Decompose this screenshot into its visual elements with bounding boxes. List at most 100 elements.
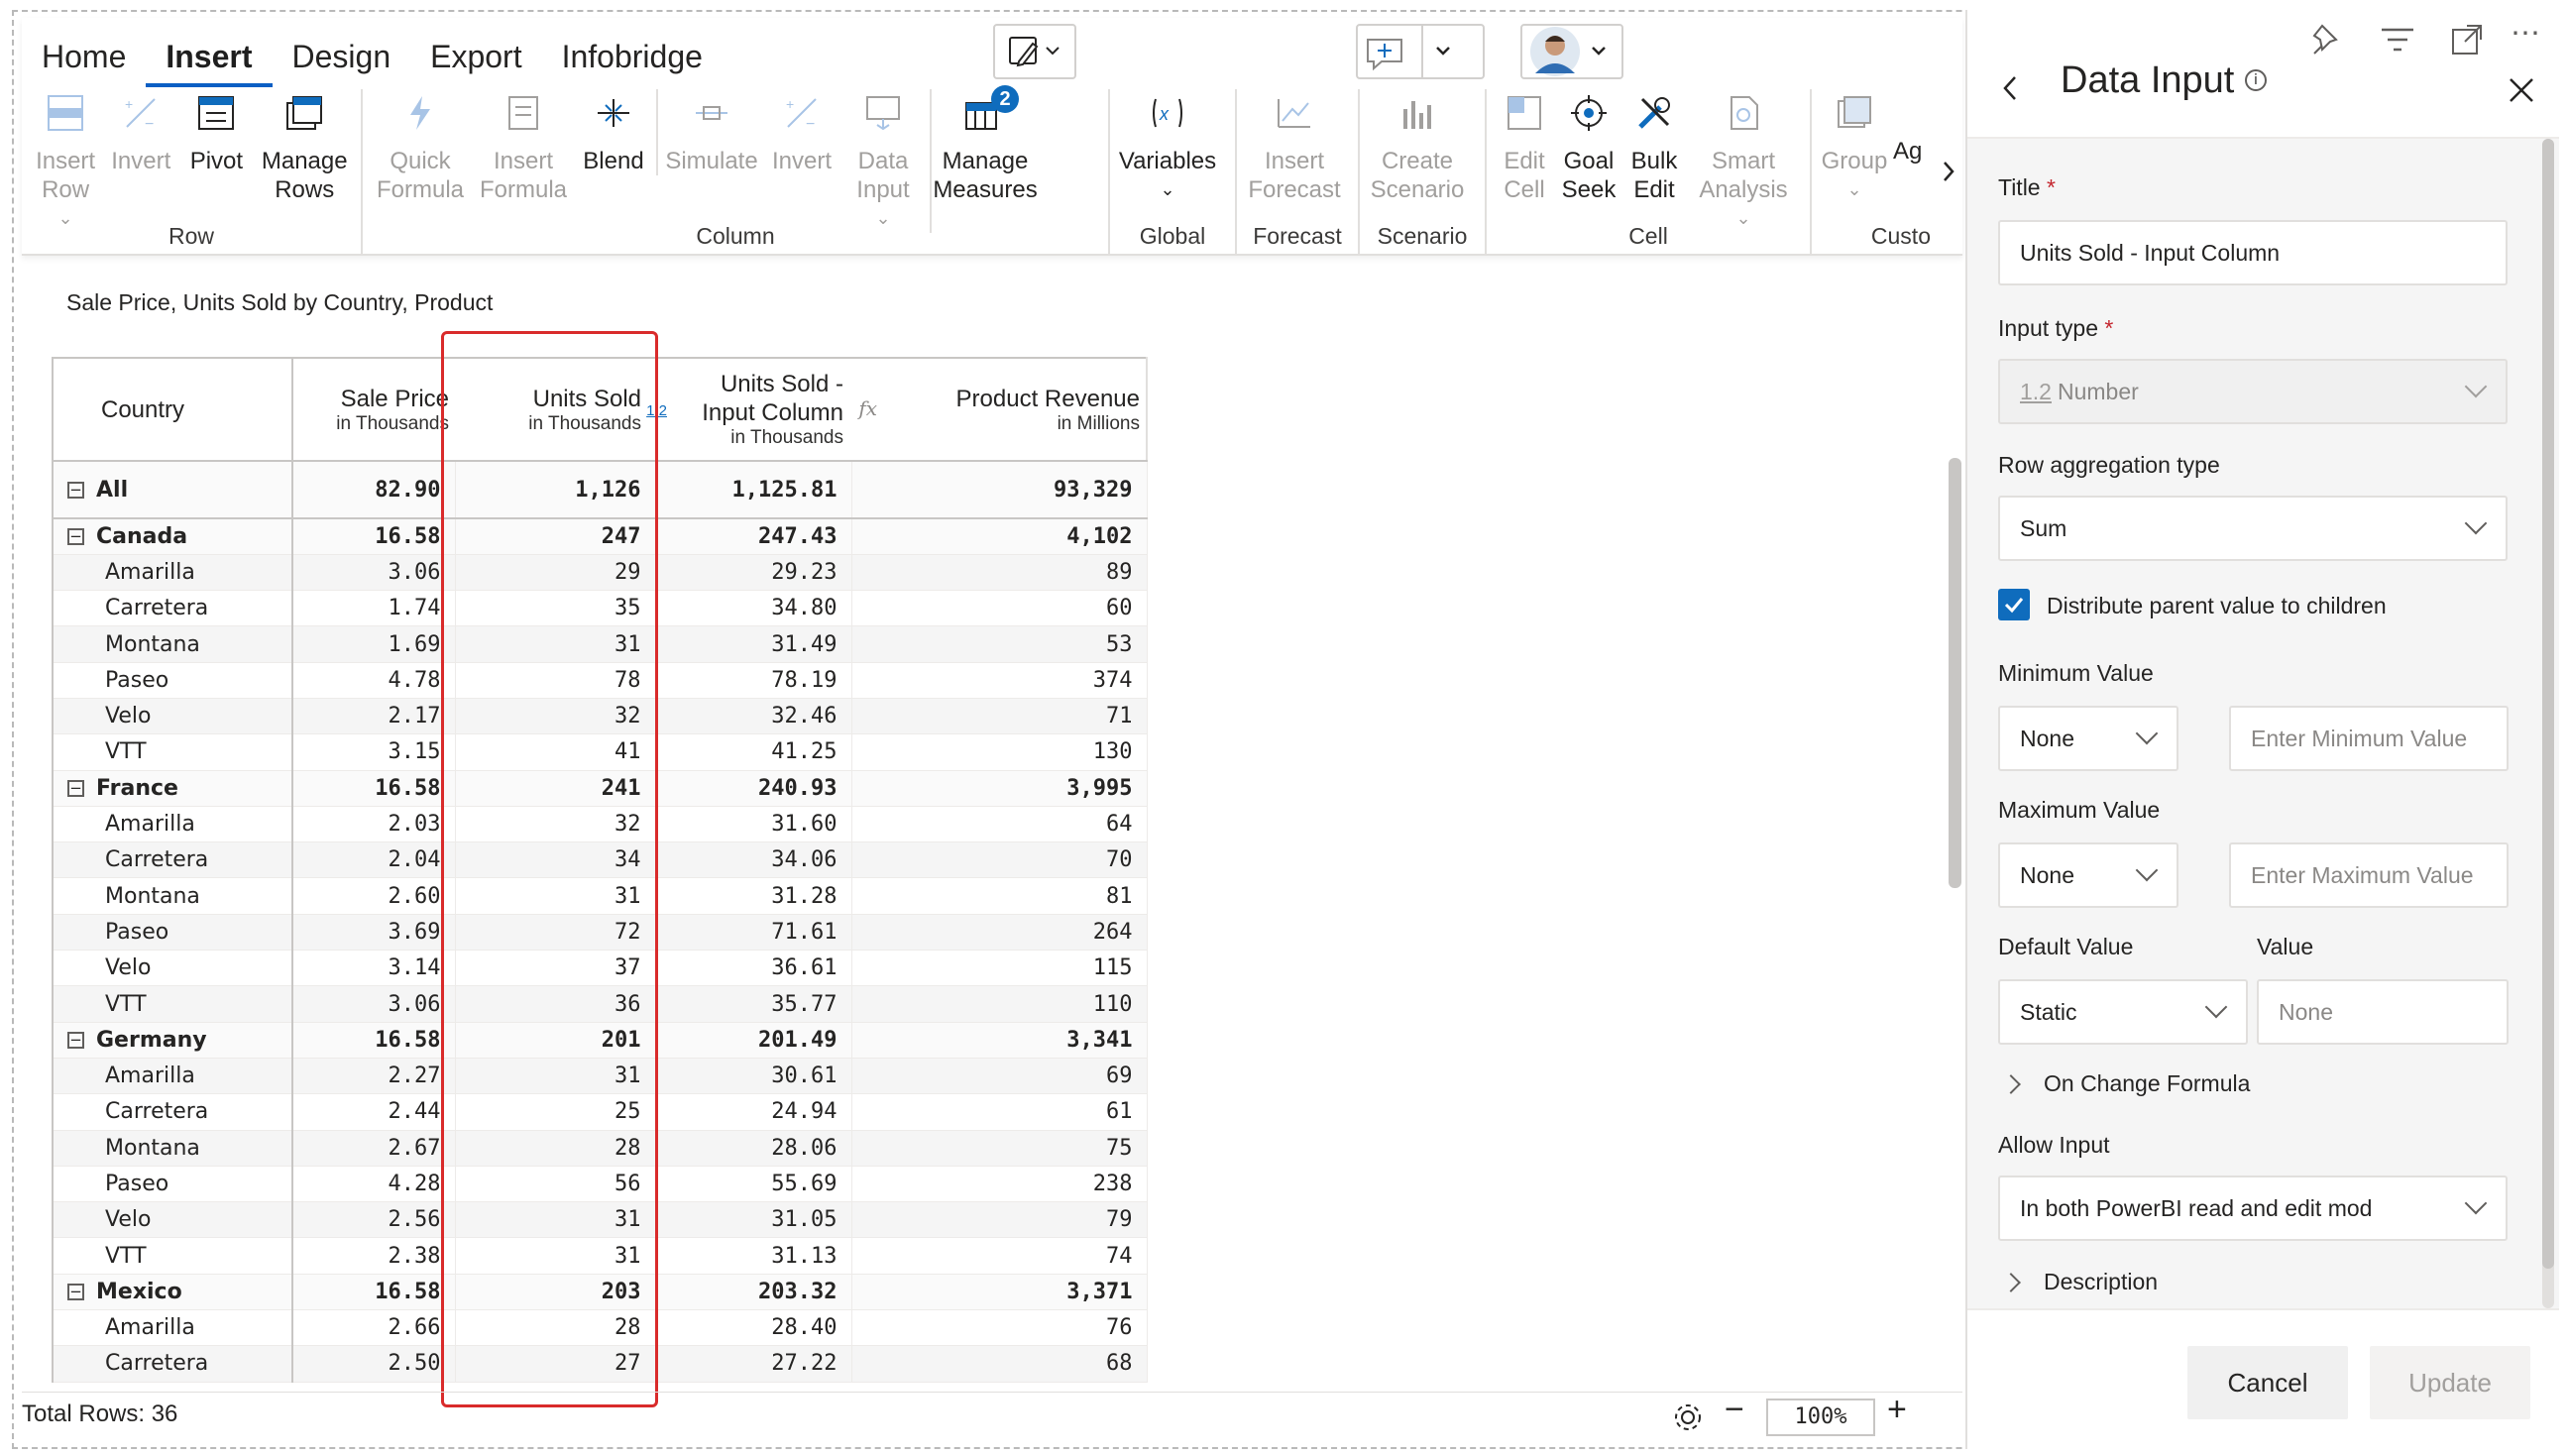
table-row[interactable]: − Germany 16.58 201 201.49 3,341 [52,1022,1148,1059]
tab-home[interactable]: Home [22,36,146,87]
back-arrow-icon[interactable] [1995,71,2025,105]
table-row[interactable]: − Mexico 16.58 203 203.32 3,371 [52,1274,1148,1311]
table-row[interactable]: Carretera 2.44 25 24.94 61 [52,1093,1148,1131]
insert-row-button[interactable]: Insert Row ⌄ [30,89,101,233]
smart-analysis-button[interactable]: Smart Analysis ⌄ [1689,89,1798,233]
table-row[interactable]: Montana 2.67 28 28.06 75 [52,1130,1148,1167]
table-row[interactable]: Paseo 4.78 78 78.19 374 [52,662,1148,699]
description-toggle[interactable]: Description [1998,1269,2158,1295]
table-row[interactable]: Montana 1.69 31 31.49 53 [52,625,1148,663]
invert-column-button[interactable]: + − Invert [765,89,838,175]
table-row[interactable]: Carretera 2.50 27 27.22 68 [52,1345,1148,1383]
table-row[interactable]: Paseo 3.69 72 71.61 264 [52,914,1148,952]
title-input[interactable]: Units Sold - Input Column [1998,220,2508,285]
zoom-level[interactable]: 100% [1766,1399,1875,1436]
cell-units-sold-input[interactable]: 34.06 [655,841,852,879]
zoom-in-button[interactable]: + [1887,1391,1907,1429]
header-units-sold[interactable]: Units Sold in Thousands 1.2 [455,357,667,462]
cell-units-sold-input[interactable]: 28.06 [655,1130,852,1167]
table-scrollbar[interactable] [1949,458,1961,888]
collapse-icon[interactable]: − [67,1031,84,1049]
cell-units-sold-input[interactable]: 31.28 [655,877,852,915]
collapse-icon[interactable]: − [67,481,84,499]
row-aggregation-select[interactable]: Sum [1998,496,2508,561]
maximum-value-select[interactable]: None [1998,842,2178,908]
cell-units-sold-input[interactable]: 41.25 [655,733,852,771]
on-change-formula-toggle[interactable]: On Change Formula [1998,1070,2250,1097]
maximum-value-input[interactable]: Enter Maximum Value [2229,842,2509,908]
collapse-icon[interactable]: − [67,779,84,797]
header-product-revenue[interactable]: Product Revenue in Millions [851,357,1148,462]
tab-design[interactable]: Design [273,36,411,87]
cell-units-sold-input[interactable]: 31.60 [655,806,852,843]
more-options-icon[interactable]: ⋯ [2511,16,2540,51]
insert-formula-button[interactable]: Insert Formula [474,89,573,204]
header-country[interactable]: Country [52,357,293,462]
default-value-select[interactable]: Static [1998,979,2248,1045]
table-row[interactable]: VTT 3.15 41 41.25 130 [52,733,1148,771]
pin-icon[interactable] [2310,22,2346,57]
gear-icon[interactable] [1671,1400,1705,1434]
variables-button[interactable]: x Variables ⌄ [1118,89,1217,204]
table-row[interactable]: Amarilla 3.06 29 29.23 89 [52,554,1148,592]
header-sale-price[interactable]: Sale Price in Thousands [292,357,455,462]
cell-units-sold-input[interactable]: 32.46 [655,698,852,735]
quick-formula-button[interactable]: Quick Formula [371,89,470,204]
cell-units-sold-input[interactable]: 240.93 [655,770,852,807]
cell-units-sold-input[interactable]: 201.49 [655,1022,852,1059]
table-row[interactable]: Velo 2.56 31 31.05 79 [52,1201,1148,1239]
invert-row-button[interactable]: + − Invert [105,89,176,175]
minimum-value-input[interactable]: Enter Minimum Value [2229,706,2509,771]
cell-units-sold-input[interactable]: 36.61 [655,950,852,987]
table-row[interactable]: Carretera 1.74 35 34.80 60 [52,590,1148,627]
zoom-out-button[interactable]: − [1725,1391,1744,1429]
pivot-button[interactable]: Pivot [180,89,252,175]
ribbon-scroll-right[interactable] [1935,147,1962,196]
insert-forecast-button[interactable]: Insert Forecast [1245,89,1344,204]
close-icon[interactable] [2505,73,2538,107]
edit-mode-button[interactable] [993,24,1076,79]
cell-units-sold-input[interactable]: 247.43 [655,518,852,555]
table-row[interactable]: Paseo 4.28 56 55.69 238 [52,1166,1148,1203]
table-row[interactable]: − France 16.58 241 240.93 3,995 [52,770,1148,807]
table-row[interactable]: Velo 3.14 37 36.61 115 [52,950,1148,987]
filter-icon[interactable] [2380,24,2415,56]
cell-units-sold-input[interactable]: 78.19 [655,662,852,699]
cell-units-sold-input[interactable]: 27.22 [655,1345,852,1383]
table-row[interactable]: − Canada 16.58 247 247.43 4,102 [52,518,1148,555]
value-input[interactable]: None [2257,979,2509,1045]
chevron-down-icon[interactable] [1423,37,1463,66]
ag-button[interactable]: Ag [1893,89,1923,166]
cell-units-sold-input[interactable]: 24.94 [655,1093,852,1131]
edit-cell-button[interactable]: Edit Cell [1495,89,1554,204]
table-row[interactable]: Amarilla 2.27 31 30.61 69 [52,1058,1148,1095]
panel-scrollbar[interactable] [2542,139,2554,1308]
allow-input-select[interactable]: In both PowerBI read and edit mod [1998,1176,2508,1241]
cell-units-sold-input[interactable]: 31.05 [655,1201,852,1239]
expand-icon[interactable] [2449,22,2485,57]
manage-measures-button[interactable]: 2 Manage Measures [933,85,1038,204]
tab-insert[interactable]: Insert [146,36,273,87]
cell-units-sold-input[interactable]: 29.23 [655,554,852,592]
tab-infobridge[interactable]: Infobridge [542,36,723,87]
cancel-button[interactable]: Cancel [2187,1346,2348,1419]
comment-button[interactable] [1356,24,1485,79]
cell-units-sold-input[interactable]: 31.13 [655,1237,852,1275]
table-row[interactable]: Carretera 2.04 34 34.06 70 [52,841,1148,879]
distribute-checkbox[interactable] [1998,589,2030,620]
bulk-edit-button[interactable]: Bulk Edit [1623,89,1685,204]
cell-units-sold-input[interactable]: 1,125.81 [655,461,852,519]
cell-units-sold-input[interactable]: 71.61 [655,914,852,952]
data-input-button[interactable]: Data Input ⌄ [842,89,932,233]
table-row[interactable]: Amarilla 2.66 28 28.40 76 [52,1309,1148,1347]
user-menu[interactable] [1520,24,1623,79]
cell-units-sold-input[interactable]: 35.77 [655,985,852,1023]
tab-export[interactable]: Export [410,36,541,87]
minimum-value-select[interactable]: None [1998,706,2178,771]
goal-seek-button[interactable]: Goal Seek [1558,89,1619,204]
collapse-icon[interactable]: − [67,1283,84,1300]
cell-units-sold-input[interactable]: 30.61 [655,1058,852,1095]
manage-rows-button[interactable]: Manage Rows [256,89,353,204]
cell-units-sold-input[interactable]: 55.69 [655,1166,852,1203]
table-row[interactable]: VTT 2.38 31 31.13 74 [52,1237,1148,1275]
